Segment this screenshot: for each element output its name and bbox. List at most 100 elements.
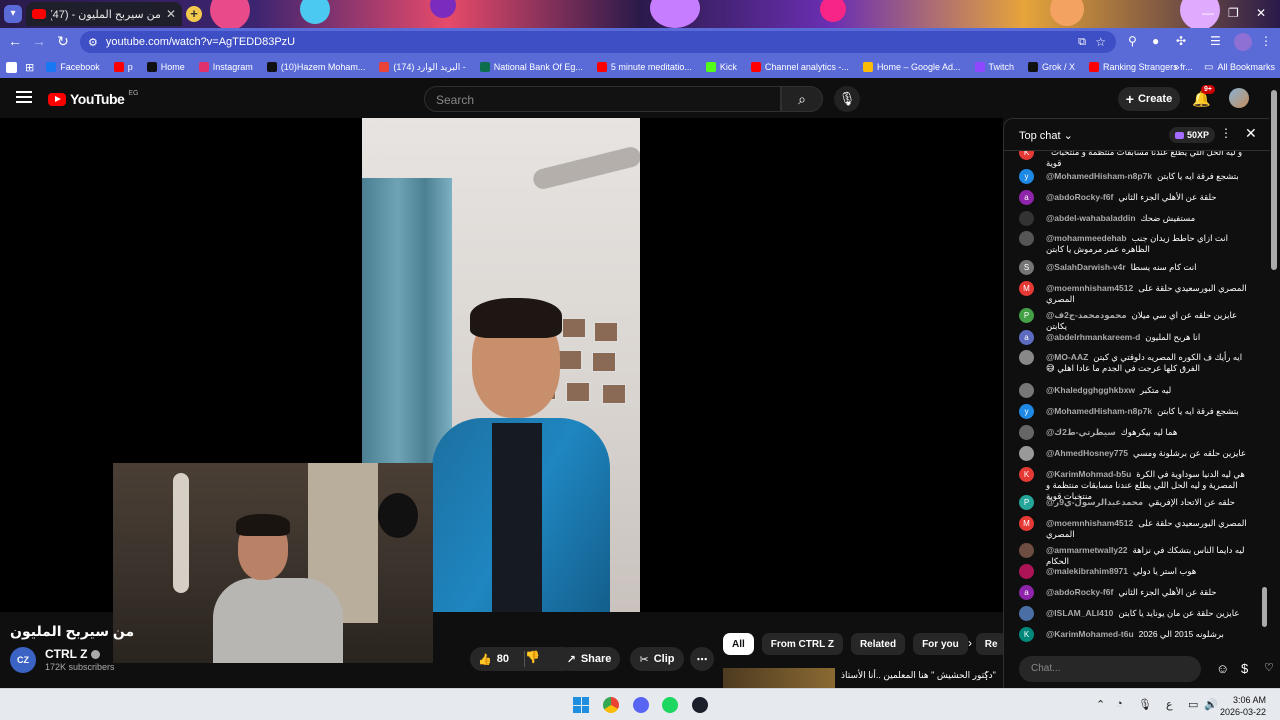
chat-author-name[interactable]: @AhmedHosney775 <box>1046 448 1128 458</box>
recommended-menu-icon[interactable]: ⋮ <box>981 669 992 682</box>
chat-author-name[interactable]: @mohammeedehab <box>1046 233 1127 243</box>
active-tab[interactable]: من سيربح المليون - ube (47) ✕ <box>26 2 182 26</box>
chat-input[interactable]: Chat... <box>1019 656 1201 682</box>
bookmark-item[interactable]: Home <box>146 62 185 72</box>
bookmark-item[interactable]: Channel analytics -... <box>750 62 849 72</box>
tray-overflow-icon[interactable]: ⌃ <box>1096 698 1105 711</box>
channel-avatar[interactable]: CZ <box>10 647 36 673</box>
chat-mode-dropdown[interactable]: Top chat ⌄ <box>1019 129 1073 142</box>
page-scrollbar[interactable] <box>1270 82 1278 688</box>
browser-menu-icon[interactable]: ⋮ <box>1260 34 1272 48</box>
reload-icon[interactable]: ↻ <box>54 33 72 50</box>
account-avatar[interactable] <box>1229 88 1249 108</box>
chat-author-avatar[interactable]: P <box>1019 495 1034 510</box>
tab-search-button[interactable]: ▾ <box>4 5 22 23</box>
create-button[interactable]: + Create <box>1118 87 1180 111</box>
chat-author-name[interactable]: @KarimMohmad-b5u <box>1046 469 1131 479</box>
chat-author-avatar[interactable] <box>1019 383 1034 398</box>
chat-author-avatar[interactable]: a <box>1019 330 1034 345</box>
site-info-icon[interactable]: ⚙ <box>88 36 98 49</box>
more-bookmarks-icon[interactable]: » <box>1174 62 1180 73</box>
emoji-icon[interactable]: ☺ <box>1216 661 1229 676</box>
chat-author-avatar[interactable]: y <box>1019 404 1034 419</box>
chat-author-name[interactable]: @moemnhisham4512 <box>1046 518 1133 528</box>
search-input[interactable]: Search <box>424 86 781 112</box>
chat-author-avatar[interactable] <box>1019 564 1034 579</box>
spotify-taskbar-icon[interactable] <box>662 697 678 713</box>
share-button[interactable]: ↗ Share <box>558 647 620 671</box>
address-bar[interactable]: ⚙ youtube.com/watch?v=AgTEDD83PzU ⧉ ☆ <box>80 31 1116 53</box>
bookmark-item[interactable]: Facebook <box>46 62 100 72</box>
bookmark-item[interactable]: Kick <box>705 62 737 72</box>
chat-author-name[interactable]: @abdoRocky-f6f <box>1046 587 1113 597</box>
extension-pin-icon[interactable]: ⚲ <box>1128 34 1137 48</box>
search-button[interactable]: ⌕ <box>781 86 823 112</box>
chat-author-name[interactable]: @malekibrahim8971 <box>1046 566 1128 576</box>
network-icon[interactable]: ▭ <box>1188 698 1198 711</box>
bookmark-item[interactable]: (10)Hazem Moham... <box>266 62 365 72</box>
tray-mic-icon[interactable]: 🎙 <box>1138 698 1152 711</box>
chat-author-avatar[interactable] <box>1019 350 1034 365</box>
system-clock[interactable]: 3:06 AM 2026-03-22 <box>1220 694 1266 718</box>
chat-author-name[interactable]: @abdel-wahabaladdin <box>1046 213 1136 223</box>
maximize-icon[interactable]: ❐ <box>1228 6 1239 20</box>
chips-next-arrow-icon[interactable]: › <box>968 636 972 650</box>
chat-author-avatar[interactable]: M <box>1019 516 1034 531</box>
chrome-taskbar-icon[interactable] <box>603 697 619 713</box>
chat-scrollbar[interactable] <box>1262 149 1267 639</box>
extensions-puzzle-icon[interactable]: ✣ <box>1176 34 1186 48</box>
bookmark-item[interactable]: Home – Google Ad... <box>862 62 961 72</box>
chat-author-name[interactable]: @moemnhisham4512 <box>1046 283 1133 293</box>
minimize-icon[interactable]: — <box>1202 6 1214 20</box>
extension-circle-icon[interactable]: ● <box>1152 34 1159 48</box>
xp-badge[interactable]: 50XP <box>1169 127 1216 143</box>
filter-chip[interactable]: Re <box>975 633 1007 655</box>
super-chat-icon[interactable]: $ <box>1241 661 1248 676</box>
discord-taskbar-icon[interactable] <box>633 697 649 713</box>
input-language[interactable]: ع <box>1166 698 1173 711</box>
chat-author-avatar[interactable]: K <box>1019 627 1034 642</box>
chat-menu-icon[interactable]: ⋮ <box>1220 126 1232 140</box>
voice-search-button[interactable]: 🎙 <box>834 86 860 112</box>
new-tab-button[interactable]: + <box>186 6 202 22</box>
chat-author-name[interactable]: @MohamedHisham-n8p7k <box>1046 406 1152 416</box>
volume-icon[interactable]: 🔊 <box>1204 698 1218 711</box>
chat-author-avatar[interactable] <box>1019 231 1034 246</box>
close-window-icon[interactable]: ✕ <box>1256 6 1266 20</box>
windows-start-icon[interactable] <box>573 697 589 713</box>
bookmark-item[interactable]: p <box>113 62 133 72</box>
chat-author-name[interactable]: @MohamedHisham-n8p7k <box>1046 171 1152 181</box>
chat-author-name[interactable]: @محمودمحمد-ج2ف <box>1046 310 1127 320</box>
recommended-video[interactable]: "دكتور الحشيش " هنا المعلمين ..أنا الأست… <box>723 668 998 688</box>
chat-author-avatar[interactable] <box>1019 425 1034 440</box>
bookmark-square-icon[interactable] <box>6 61 17 73</box>
chat-author-avatar[interactable]: a <box>1019 190 1034 205</box>
chat-author-name[interactable]: @ammarmetwally22 <box>1046 545 1128 555</box>
notifications-button[interactable]: 🔔 9+ <box>1192 85 1215 108</box>
chat-author-name[interactable]: @KarimMohamed-t6u <box>1046 629 1134 639</box>
chat-author-name[interactable]: @SalahDarwish-v4r <box>1046 262 1126 272</box>
filter-chip[interactable]: All <box>723 633 754 655</box>
guide-menu-icon[interactable] <box>16 91 32 103</box>
chat-author-avatar[interactable] <box>1019 606 1034 621</box>
bookmark-item[interactable]: البريد الوارد (174) - <box>379 62 466 73</box>
chat-author-avatar[interactable]: K <box>1019 467 1034 482</box>
chat-author-name[interactable]: @محمدعبدالرسول-ي9ر <box>1046 497 1143 507</box>
chat-author-avatar[interactable]: y <box>1019 169 1034 184</box>
steam-taskbar-icon[interactable] <box>692 697 708 713</box>
tray-app-icon[interactable]: ◔ <box>1116 698 1123 710</box>
close-tab-icon[interactable]: ✕ <box>166 7 176 21</box>
bookmark-item[interactable]: Grok / X <box>1028 62 1075 72</box>
chat-author-name[interactable]: @سيطرتي-ط2ك <box>1046 427 1116 437</box>
chat-author-avatar[interactable]: M <box>1019 281 1034 296</box>
forward-icon[interactable]: → <box>30 33 48 49</box>
install-app-icon[interactable]: ⧉ <box>1078 36 1086 49</box>
back-icon[interactable]: ← <box>6 33 24 49</box>
bookmark-item[interactable]: Twitch <box>974 62 1014 72</box>
profile-avatar[interactable] <box>1234 33 1252 51</box>
chat-author-avatar[interactable]: a <box>1019 585 1034 600</box>
bookmark-item[interactable]: National Bank Of Eg... <box>479 62 583 72</box>
filter-chip[interactable]: Related <box>850 633 906 655</box>
more-actions-button[interactable]: ⋯ <box>690 647 714 671</box>
clip-button[interactable]: ✂ Clip <box>630 647 684 671</box>
